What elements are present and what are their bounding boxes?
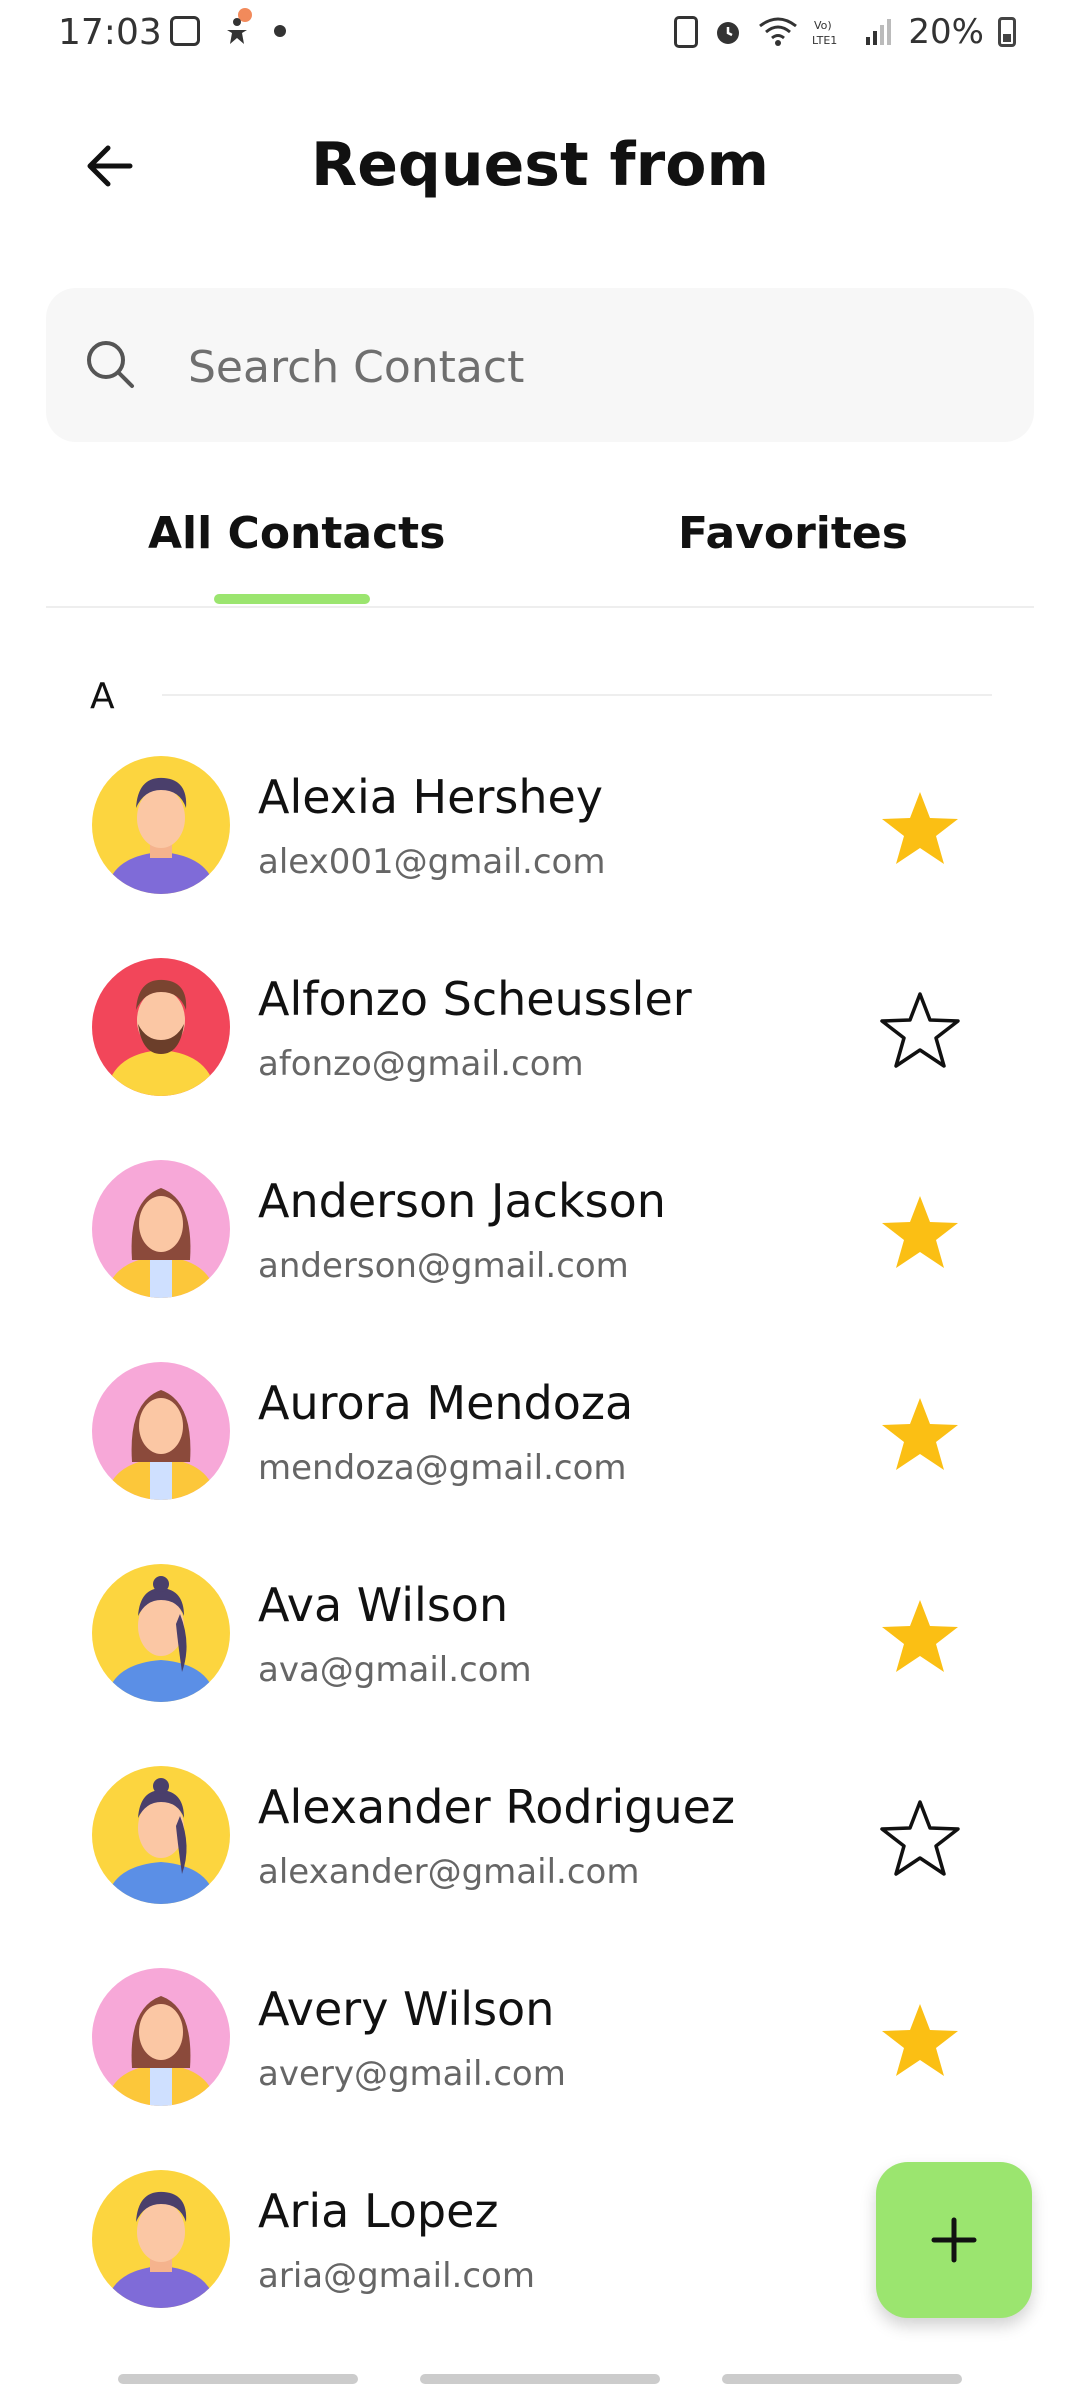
section-letter: A (90, 676, 115, 717)
contact-name: Alfonzo Scheussler (258, 972, 692, 1026)
contact-email: aria@gmail.com (258, 2256, 535, 2296)
avatar-woman-icon (92, 1362, 230, 1500)
status-time: 17:03 (58, 12, 162, 53)
avatar-woman-icon (92, 1160, 230, 1298)
status-left-icons (170, 16, 286, 46)
battery-saver-icon (674, 16, 699, 48)
contact-name: Aurora Mendoza (258, 1376, 634, 1430)
avatar (92, 1968, 230, 2106)
avatar (92, 2170, 230, 2308)
contact-name: Avery Wilson (258, 1982, 555, 2036)
avatar-woman-icon (92, 1968, 230, 2106)
accessibility-icon (227, 18, 247, 44)
avatar (92, 958, 230, 1096)
avatar-woman-ponytail-icon (92, 1564, 230, 1702)
contact-name: Alexia Hershey (258, 770, 603, 824)
contact-list: Alexia Hershey alex001@gmail.com Alfonzo… (0, 744, 1080, 2360)
contact-email: alexander@gmail.com (258, 1852, 640, 1892)
nav-bar-center[interactable] (420, 2374, 660, 2384)
search-input[interactable] (186, 324, 970, 410)
avatar (92, 1564, 230, 1702)
svg-text:Vo): Vo) (814, 19, 832, 32)
search-icon (87, 341, 134, 388)
avatar-man-icon (92, 756, 230, 894)
nav-bar-left[interactable] (118, 2374, 358, 2384)
star-outline-icon[interactable] (878, 988, 962, 1072)
plus-icon (931, 2217, 977, 2263)
battery-icon (998, 17, 1016, 47)
contact-email: alex001@gmail.com (258, 842, 606, 882)
avatar (92, 1362, 230, 1500)
wifi-icon (759, 17, 798, 46)
section-header: A (90, 672, 992, 722)
status-bar: 17:03 Vo) LTE1 20% (0, 0, 1080, 70)
gallery-icon (170, 16, 200, 46)
section-divider (162, 694, 992, 696)
star-filled-icon[interactable] (878, 1594, 962, 1678)
avatar (92, 756, 230, 894)
contact-email: mendoza@gmail.com (258, 1448, 627, 1488)
signal-icon (866, 19, 892, 45)
search-bar (46, 288, 1034, 442)
star-filled-icon[interactable] (878, 1998, 962, 2082)
contact-item[interactable]: Alfonzo Scheussler afonzo@gmail.com (0, 946, 1080, 1148)
page-title: Request from (311, 130, 769, 200)
status-right-icons: Vo) LTE1 20% (674, 12, 1016, 52)
contact-item[interactable]: Alexander Rodriguez alexander@gmail.com (0, 1754, 1080, 1956)
battery-percent: 20% (908, 12, 984, 52)
avatar-woman-ponytail-icon (92, 1766, 230, 1904)
more-notifications-icon (274, 25, 286, 37)
contact-email: ava@gmail.com (258, 1650, 532, 1690)
add-contact-button[interactable] (876, 2162, 1032, 2318)
avatar (92, 1160, 230, 1298)
tab-all-contacts[interactable]: All Contacts (148, 508, 445, 559)
nav-bar-right[interactable] (722, 2374, 962, 2384)
avatar-bearded-man-icon (92, 958, 230, 1096)
contact-name: Alexander Rodriguez (258, 1780, 736, 1834)
header: Request from (0, 100, 1080, 230)
star-filled-icon[interactable] (878, 786, 962, 870)
avatar-man-icon (92, 2170, 230, 2308)
contact-item[interactable]: Aurora Mendoza mendoza@gmail.com (0, 1350, 1080, 1552)
contact-name: Ava Wilson (258, 1578, 509, 1632)
svg-text:LTE1: LTE1 (812, 34, 837, 47)
contact-item[interactable]: Ava Wilson ava@gmail.com (0, 1552, 1080, 1754)
avatar (92, 1766, 230, 1904)
contact-email: avery@gmail.com (258, 2054, 566, 2094)
star-outline-icon[interactable] (878, 1796, 962, 1880)
volte-icon: Vo) LTE1 (812, 19, 837, 47)
contact-email: afonzo@gmail.com (258, 1044, 584, 1084)
contact-tabs: All Contacts Favorites (46, 478, 1034, 608)
tab-favorites[interactable]: Favorites (678, 508, 908, 559)
contact-name: Aria Lopez (258, 2184, 499, 2238)
contact-item[interactable]: Anderson Jackson anderson@gmail.com (0, 1148, 1080, 1350)
star-filled-icon[interactable] (878, 1392, 962, 1476)
active-tab-indicator (214, 594, 370, 604)
star-filled-icon[interactable] (878, 1190, 962, 1274)
contact-item[interactable]: Alexia Hershey alex001@gmail.com (0, 744, 1080, 946)
alarm-icon (717, 22, 740, 44)
contact-email: anderson@gmail.com (258, 1246, 629, 1286)
contact-item[interactable]: Avery Wilson avery@gmail.com (0, 1956, 1080, 2158)
contact-name: Anderson Jackson (258, 1174, 666, 1228)
